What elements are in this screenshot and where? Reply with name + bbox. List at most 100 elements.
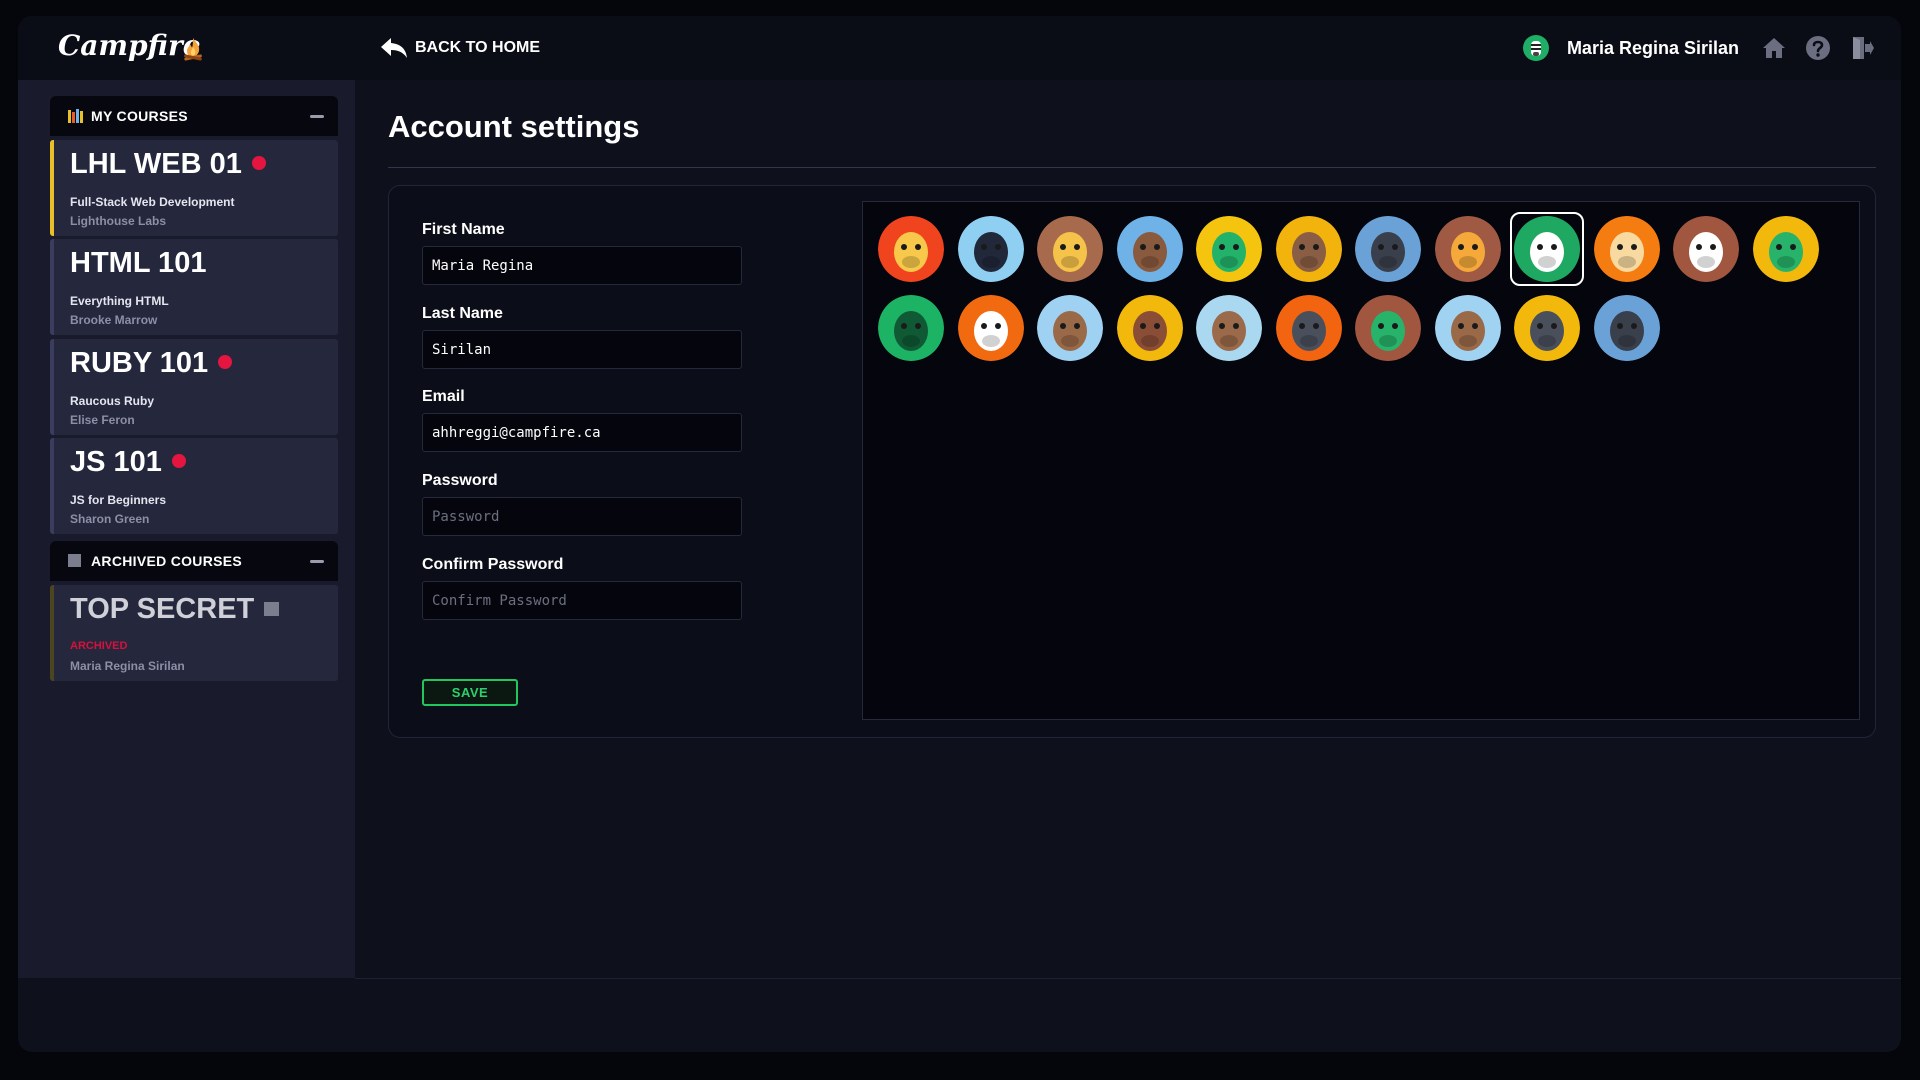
course-code: RUBY 101 bbox=[70, 347, 209, 379]
bear-icon bbox=[1116, 216, 1183, 282]
course-name: Raucous Ruby bbox=[70, 394, 155, 408]
collapse-icon[interactable] bbox=[310, 115, 324, 118]
logout-icon[interactable] bbox=[1849, 35, 1875, 61]
back-to-home-link[interactable]: BACK TO HOME bbox=[379, 34, 540, 62]
avatar-picker bbox=[862, 201, 1860, 720]
penguin-icon bbox=[957, 216, 1024, 282]
owl-icon bbox=[1434, 295, 1501, 361]
avatar-option-turtle[interactable] bbox=[1196, 295, 1262, 361]
brand-header: Campfire bbox=[18, 16, 355, 80]
help-icon[interactable] bbox=[1805, 35, 1831, 61]
course-name: JS for Beginners bbox=[70, 493, 167, 507]
course-teacher: Sharon Green bbox=[70, 512, 150, 526]
sloth-icon bbox=[1275, 216, 1342, 282]
home-icon[interactable] bbox=[1761, 35, 1787, 61]
course-card-ruby-101[interactable]: RUBY 101 Raucous Ruby Elise Feron bbox=[50, 339, 338, 435]
user-name[interactable]: Maria Regina Sirilan bbox=[1567, 38, 1739, 59]
zebra-icon bbox=[1514, 216, 1580, 282]
app-window: Campfire MY COURSES LHL WEB 01 Full-Stac… bbox=[18, 16, 1901, 1052]
first-name-field[interactable] bbox=[422, 246, 742, 285]
wolf-icon bbox=[1275, 295, 1342, 361]
course-name: Full-Stack Web Development bbox=[70, 195, 235, 209]
avatar-option-bear[interactable] bbox=[1116, 216, 1183, 282]
avatar-option-monkey[interactable] bbox=[1037, 295, 1103, 361]
avatar-option-dragonfly[interactable] bbox=[878, 295, 944, 361]
hippo-icon bbox=[1514, 295, 1580, 361]
course-teacher: Elise Feron bbox=[70, 413, 135, 427]
snake-icon bbox=[1752, 216, 1819, 282]
archived-courses-header[interactable]: ARCHIVED COURSES bbox=[50, 541, 338, 581]
dragonfly-icon bbox=[878, 295, 944, 361]
avatar-option-wolf[interactable] bbox=[1275, 295, 1342, 361]
course-teacher: Lighthouse Labs bbox=[70, 214, 166, 228]
my-courses-label: MY COURSES bbox=[91, 108, 188, 124]
save-button[interactable]: SAVE bbox=[422, 679, 518, 706]
first-name-label: First Name bbox=[422, 221, 505, 238]
confirm-password-label: Confirm Password bbox=[422, 556, 564, 573]
course-card-html-101[interactable]: HTML 101 Everything HTML Brooke Marrow bbox=[50, 239, 338, 335]
gorilla-icon bbox=[1355, 216, 1421, 282]
archived-status: ARCHIVED bbox=[70, 640, 128, 652]
notification-dot bbox=[171, 454, 186, 468]
avatar-option-gorilla[interactable] bbox=[1355, 216, 1421, 282]
bat-icon bbox=[1593, 295, 1660, 361]
avatar-option-snake[interactable] bbox=[1752, 216, 1819, 282]
collapse-icon[interactable] bbox=[310, 560, 324, 563]
course-teacher: Maria Regina Sirilan bbox=[70, 659, 185, 673]
campfire-icon bbox=[184, 38, 202, 61]
pufferfish-icon bbox=[878, 216, 944, 282]
notification-dot bbox=[251, 156, 266, 170]
avatar-option-penguin[interactable] bbox=[957, 216, 1024, 282]
my-courses-header[interactable]: MY COURSES bbox=[50, 96, 338, 136]
avatar-option-hippo[interactable] bbox=[1514, 295, 1580, 361]
avatar-option-owl[interactable] bbox=[1434, 295, 1501, 361]
avatar-option-boar[interactable] bbox=[1116, 295, 1183, 361]
last-name-field[interactable] bbox=[422, 330, 742, 369]
avatar-option-parrot[interactable] bbox=[1196, 216, 1262, 282]
course-code: LHL WEB 01 bbox=[70, 148, 242, 180]
avatar-option-frog[interactable] bbox=[1355, 295, 1421, 361]
course-teacher: Brooke Marrow bbox=[70, 313, 158, 327]
avatar-option-lion[interactable] bbox=[1593, 216, 1660, 282]
avatar-option-pufferfish[interactable] bbox=[878, 216, 944, 282]
confirm-password-field[interactable] bbox=[422, 581, 742, 620]
turtle-icon bbox=[1196, 295, 1262, 361]
archived-courses-label: ARCHIVED COURSES bbox=[91, 553, 243, 569]
page-title: Account settings bbox=[388, 109, 640, 144]
eagle-icon bbox=[1673, 216, 1739, 282]
email-field[interactable] bbox=[422, 413, 742, 452]
main-content: Account settings First Name Last Name Em… bbox=[355, 80, 1901, 978]
course-name: Everything HTML bbox=[70, 294, 169, 308]
avatar-option-eagle[interactable] bbox=[1673, 216, 1739, 282]
user-avatar[interactable] bbox=[1522, 35, 1549, 61]
course-code: JS 101 bbox=[70, 446, 162, 478]
lion-icon bbox=[1593, 216, 1660, 282]
email-label: Email bbox=[422, 388, 465, 405]
sidebar: Campfire MY COURSES LHL WEB 01 Full-Stac… bbox=[18, 16, 355, 978]
password-label: Password bbox=[422, 472, 498, 489]
avatar-option-zebra[interactable] bbox=[1510, 212, 1584, 286]
cow-icon bbox=[957, 295, 1024, 361]
parrot-icon bbox=[1196, 216, 1262, 282]
password-field[interactable] bbox=[422, 497, 742, 536]
zebra-icon bbox=[1530, 41, 1541, 56]
footer-divider bbox=[355, 978, 1901, 979]
monkey-icon bbox=[1037, 295, 1103, 361]
course-code: TOP SECRET bbox=[70, 593, 255, 625]
fox-icon bbox=[1434, 216, 1501, 282]
course-card-lhl-web-01[interactable]: LHL WEB 01 Full-Stack Web Development Li… bbox=[50, 140, 338, 236]
giraffe-icon bbox=[1037, 216, 1103, 282]
archive-box-icon bbox=[68, 554, 81, 567]
avatar-option-cow[interactable] bbox=[957, 295, 1024, 361]
back-label: BACK TO HOME bbox=[415, 39, 541, 56]
course-card-js-101[interactable]: JS 101 JS for Beginners Sharon Green bbox=[50, 438, 338, 534]
course-card-top-secret[interactable]: TOP SECRET ARCHIVED Maria Regina Sirilan bbox=[50, 585, 338, 681]
avatar-option-giraffe[interactable] bbox=[1037, 216, 1103, 282]
boar-icon bbox=[1116, 295, 1183, 361]
avatar-option-fox[interactable] bbox=[1434, 216, 1501, 282]
avatar-option-sloth[interactable] bbox=[1275, 216, 1342, 282]
user-area: Maria Regina Sirilan bbox=[1522, 32, 1875, 64]
reply-arrow-icon bbox=[381, 38, 407, 58]
avatar-option-bat[interactable] bbox=[1593, 295, 1660, 361]
books-icon bbox=[68, 109, 83, 123]
